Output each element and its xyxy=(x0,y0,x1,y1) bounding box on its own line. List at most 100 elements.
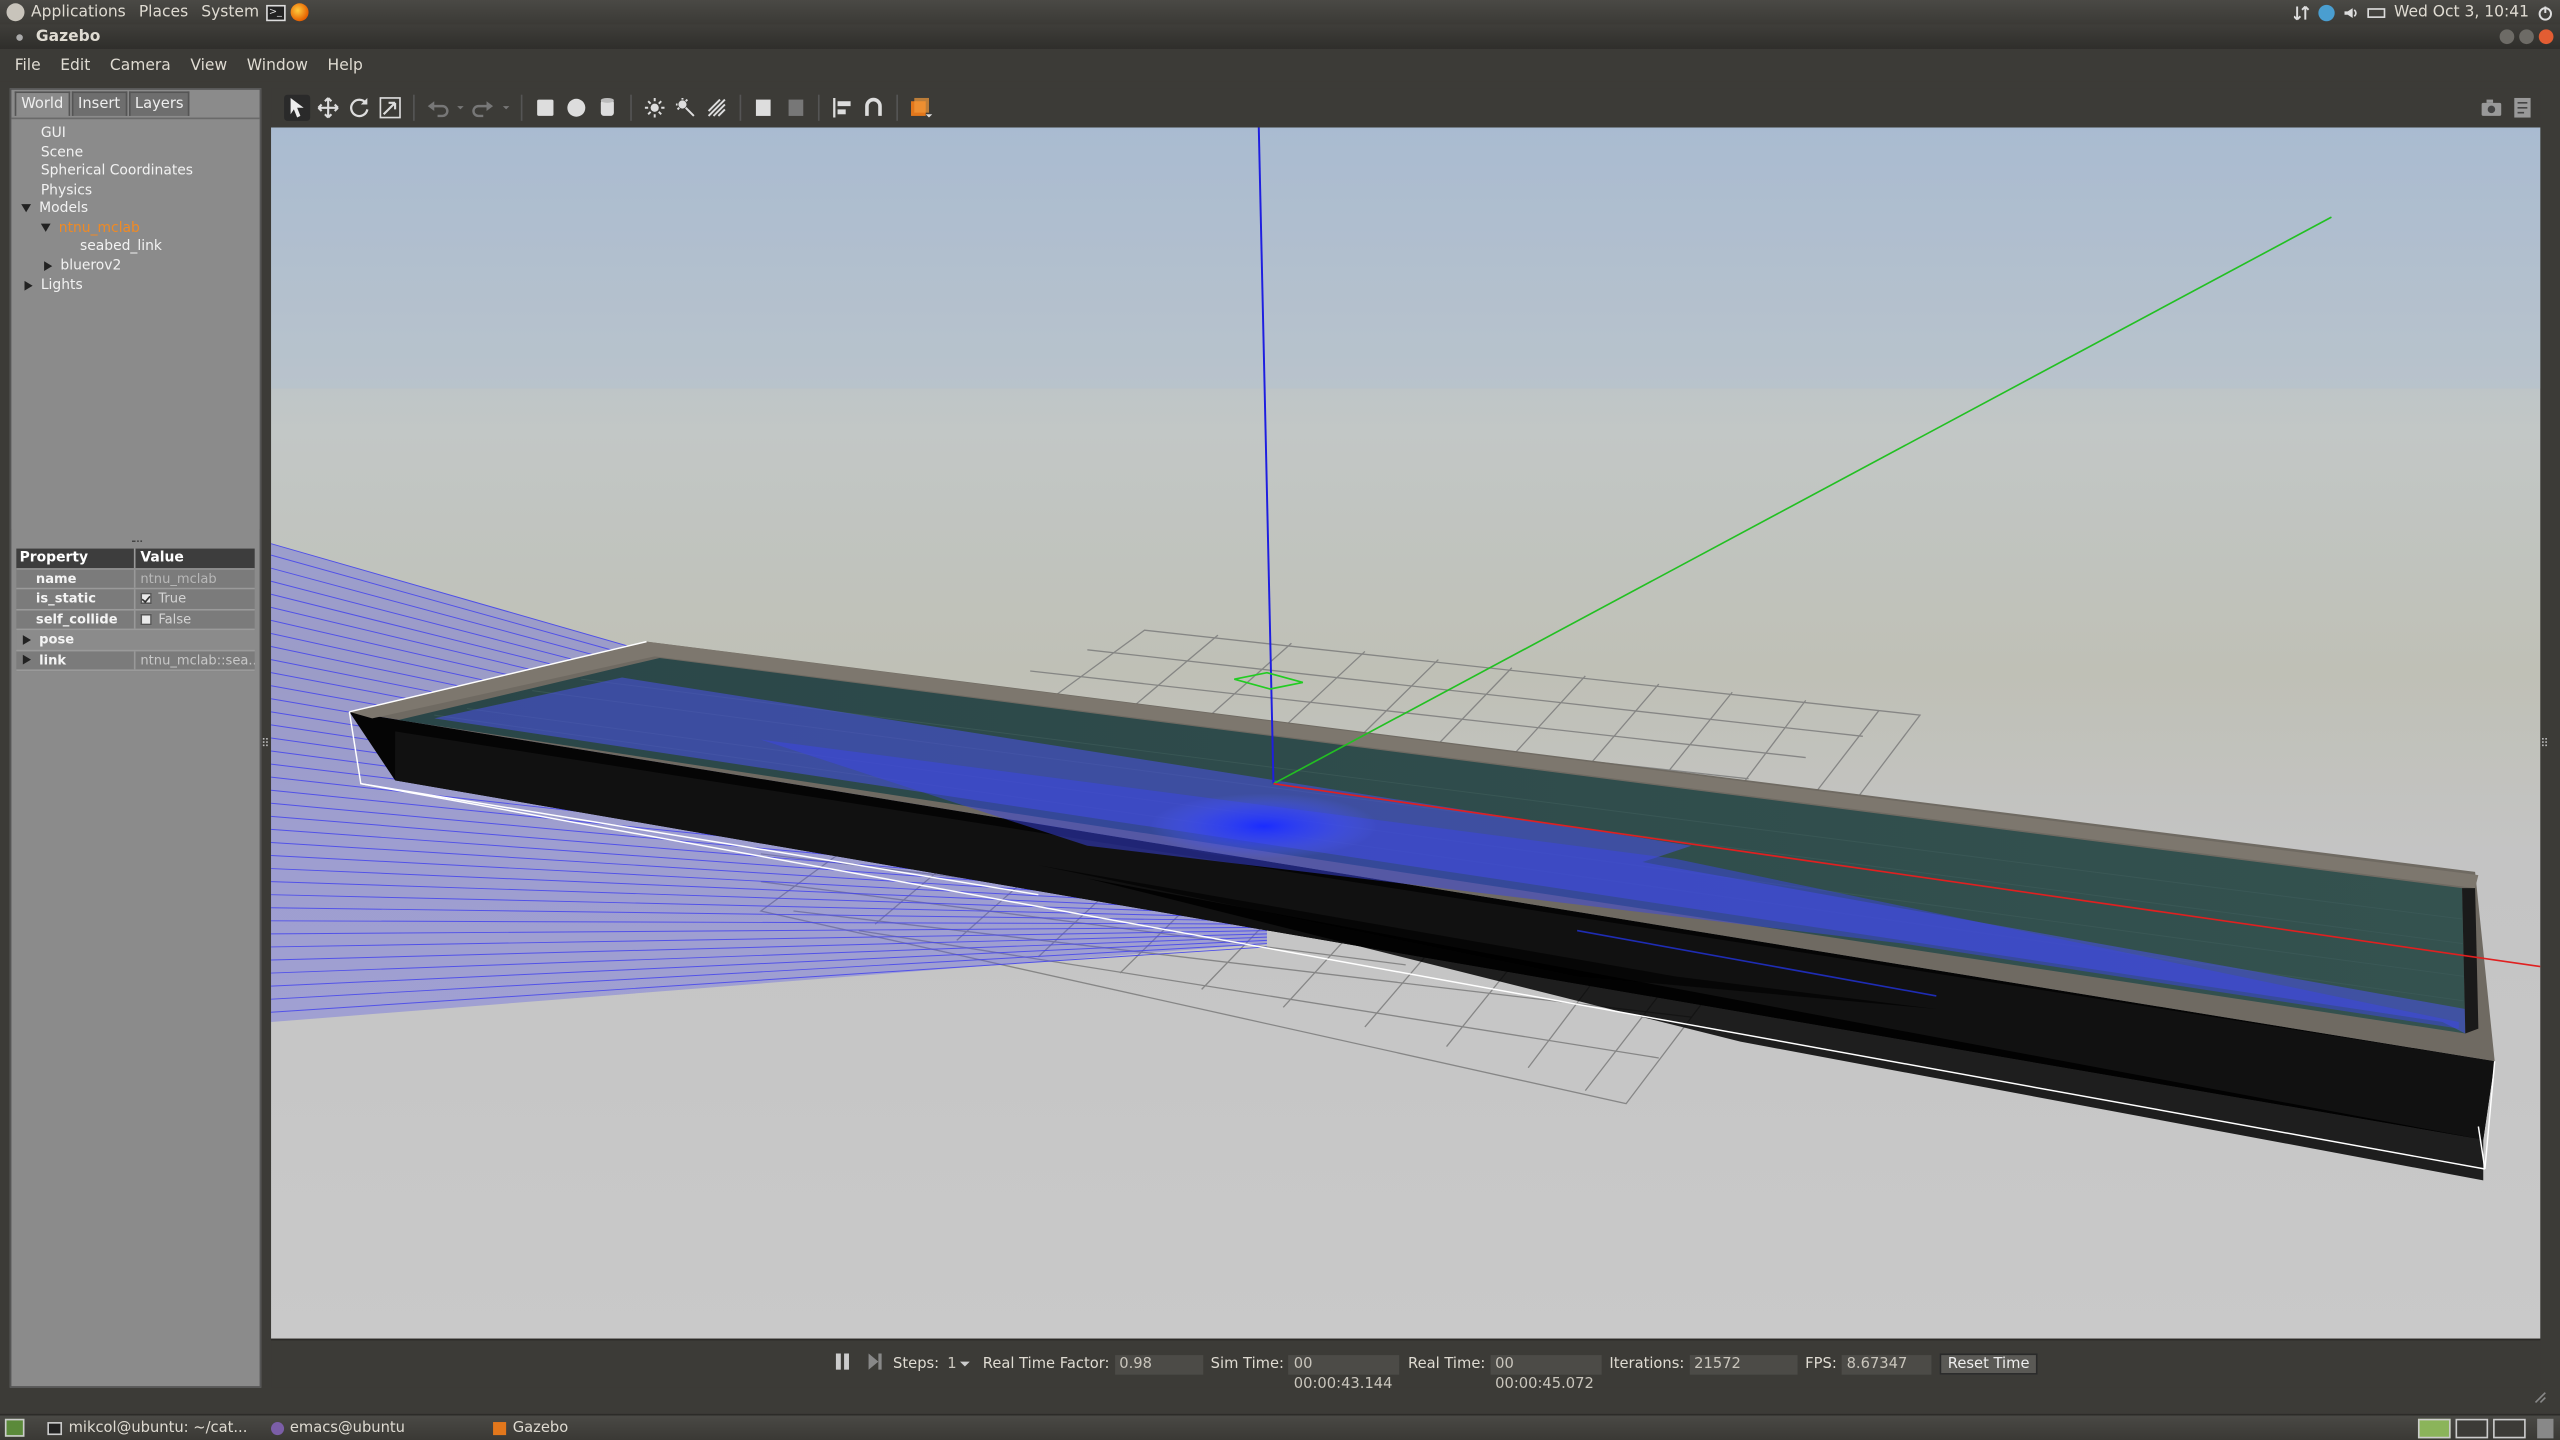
gazebo-icon xyxy=(493,1421,507,1435)
redo-history-arrow-icon[interactable] xyxy=(501,95,511,121)
steps-label: Steps: xyxy=(893,1355,940,1373)
property-row-link[interactable]: link ntnu_mclab::sea... xyxy=(16,650,255,672)
scene-viewport[interactable] xyxy=(271,127,2541,1339)
workspace-switcher-1[interactable] xyxy=(2417,1417,2451,1438)
menu-file[interactable]: File xyxy=(15,56,41,74)
taskbar-item-gazebo[interactable]: Gazebo xyxy=(483,1416,578,1439)
real-time-label: Real Time: xyxy=(1408,1355,1486,1373)
snap-icon[interactable] xyxy=(860,95,886,121)
step-button[interactable] xyxy=(867,1353,883,1374)
scene-render[interactable] xyxy=(271,127,2541,1339)
screenshot-camera-icon[interactable] xyxy=(2478,95,2504,121)
tree-item-spherical-coordinates[interactable]: Spherical Coordinates xyxy=(41,163,193,181)
menu-view[interactable]: View xyxy=(190,56,227,74)
taskbar-item-terminal[interactable]: mikcol@ubuntu: ~/cat... xyxy=(38,1416,258,1439)
align-icon[interactable] xyxy=(829,95,855,121)
left-panel: World Insert Layers GUI Scene Spherical … xyxy=(9,88,262,1388)
menu-camera[interactable]: Camera xyxy=(110,56,171,74)
workspace-switcher-3[interactable] xyxy=(2493,1417,2526,1438)
clock[interactable]: Wed Oct 3, 10:41 xyxy=(2394,3,2529,21)
power-icon[interactable] xyxy=(2537,4,2553,20)
self-collide-checkbox[interactable] xyxy=(140,613,152,625)
emacs-icon xyxy=(270,1421,284,1435)
vmware-tools-icon[interactable] xyxy=(2318,4,2336,21)
right-splitter-handle[interactable] xyxy=(2542,737,2547,747)
expand-arrow-icon[interactable] xyxy=(21,204,32,213)
directional-light-icon[interactable] xyxy=(704,95,730,121)
pause-button[interactable] xyxy=(834,1353,850,1374)
main-toolbar xyxy=(271,88,2541,128)
trash-icon[interactable] xyxy=(2537,1417,2554,1438)
volume-icon[interactable] xyxy=(2343,4,2359,20)
resize-grip-icon[interactable] xyxy=(2534,1391,2547,1409)
is-static-checkbox[interactable] xyxy=(140,592,152,605)
ubuntu-logo-icon[interactable] xyxy=(6,3,25,22)
network-icon[interactable] xyxy=(2293,4,2310,20)
undo-history-arrow-icon[interactable] xyxy=(456,95,466,121)
fps-label: FPS: xyxy=(1805,1355,1837,1373)
scale-mode-icon[interactable] xyxy=(377,95,403,121)
rotate-mode-icon[interactable] xyxy=(346,95,372,121)
workspace-switcher-2[interactable] xyxy=(2455,1417,2489,1438)
sphere-shape-icon[interactable] xyxy=(563,95,589,121)
box-shape-icon[interactable] xyxy=(532,95,558,121)
property-row-pose[interactable]: pose xyxy=(16,630,255,651)
change-view-icon[interactable] xyxy=(908,95,934,121)
redo-icon[interactable] xyxy=(470,95,496,121)
menu-edit[interactable]: Edit xyxy=(60,56,90,74)
property-row-is-static[interactable]: is_static True xyxy=(16,589,255,610)
tree-item-models[interactable]: Models xyxy=(21,201,88,219)
tree-item-ntnu-mclab[interactable]: ntnu_mclab xyxy=(40,220,140,238)
window-title: Gazebo xyxy=(35,27,101,46)
tab-layers[interactable]: Layers xyxy=(128,91,191,116)
collapse-arrow-icon[interactable] xyxy=(24,280,33,290)
tree-item-gui[interactable]: GUI xyxy=(41,126,66,144)
tab-world[interactable]: World xyxy=(14,91,70,116)
copy-icon[interactable] xyxy=(751,95,777,121)
tree-item-physics[interactable]: Physics xyxy=(41,183,92,201)
tree-item-bluerov2[interactable]: bluerov2 xyxy=(44,258,121,276)
paste-icon[interactable] xyxy=(782,95,808,121)
link-value-field[interactable]: ntnu_mclab::sea... xyxy=(136,651,254,670)
steps-spinbox-arrow-icon[interactable] xyxy=(959,1355,970,1373)
property-column-header: Property xyxy=(16,548,136,568)
property-row-self-collide[interactable]: self_collide False xyxy=(16,609,255,631)
collapse-arrow-icon[interactable] xyxy=(44,260,53,271)
real-time-field: 00 00:00:45.072 xyxy=(1490,1354,1602,1392)
tree-item-scene[interactable]: Scene xyxy=(41,145,83,163)
menu-help[interactable]: Help xyxy=(328,56,363,74)
steps-spinbox[interactable]: 1 xyxy=(947,1356,956,1372)
name-value-field[interactable]: ntnu_mclab xyxy=(136,569,255,588)
property-row-name[interactable]: name ntnu_mclab xyxy=(16,568,255,590)
maximize-button[interactable] xyxy=(2519,29,2534,45)
places-menu[interactable]: Places xyxy=(139,3,188,21)
bottom-taskbar: mikcol@ubuntu: ~/cat... emacs@ubuntu Gaz… xyxy=(0,1413,2560,1440)
expand-arrow-icon[interactable] xyxy=(22,634,32,645)
toolbar-separator xyxy=(739,94,742,121)
show-desktop-icon[interactable] xyxy=(4,1418,25,1437)
firefox-launcher-icon[interactable] xyxy=(290,3,309,22)
log-data-icon[interactable] xyxy=(2509,95,2535,121)
menu-window[interactable]: Window xyxy=(247,56,308,74)
expand-arrow-icon[interactable] xyxy=(40,223,51,232)
reset-time-button[interactable]: Reset Time xyxy=(1939,1353,2038,1375)
tree-item-seabed-link[interactable]: seabed_link xyxy=(80,238,162,256)
close-button[interactable] xyxy=(2538,29,2554,45)
tree-item-lights[interactable]: Lights xyxy=(24,278,83,296)
undo-icon[interactable] xyxy=(424,95,450,121)
spot-light-icon[interactable] xyxy=(673,95,699,121)
expand-arrow-icon[interactable] xyxy=(22,654,32,665)
applications-menu[interactable]: Applications xyxy=(31,3,126,21)
terminal-launcher-icon[interactable]: >_ xyxy=(265,4,286,21)
minimize-button[interactable] xyxy=(2499,29,2515,45)
cylinder-shape-icon[interactable] xyxy=(594,95,620,121)
system-menu[interactable]: System xyxy=(201,3,259,21)
battery-icon[interactable] xyxy=(2367,7,2386,18)
panel-splitter[interactable] xyxy=(132,540,143,545)
select-mode-icon[interactable] xyxy=(284,94,311,121)
left-splitter-handle[interactable] xyxy=(262,737,268,747)
tab-insert[interactable]: Insert xyxy=(71,91,127,116)
taskbar-item-emacs[interactable]: emacs@ubuntu xyxy=(260,1416,414,1439)
point-light-icon[interactable] xyxy=(642,95,668,121)
translate-mode-icon[interactable] xyxy=(315,95,341,121)
